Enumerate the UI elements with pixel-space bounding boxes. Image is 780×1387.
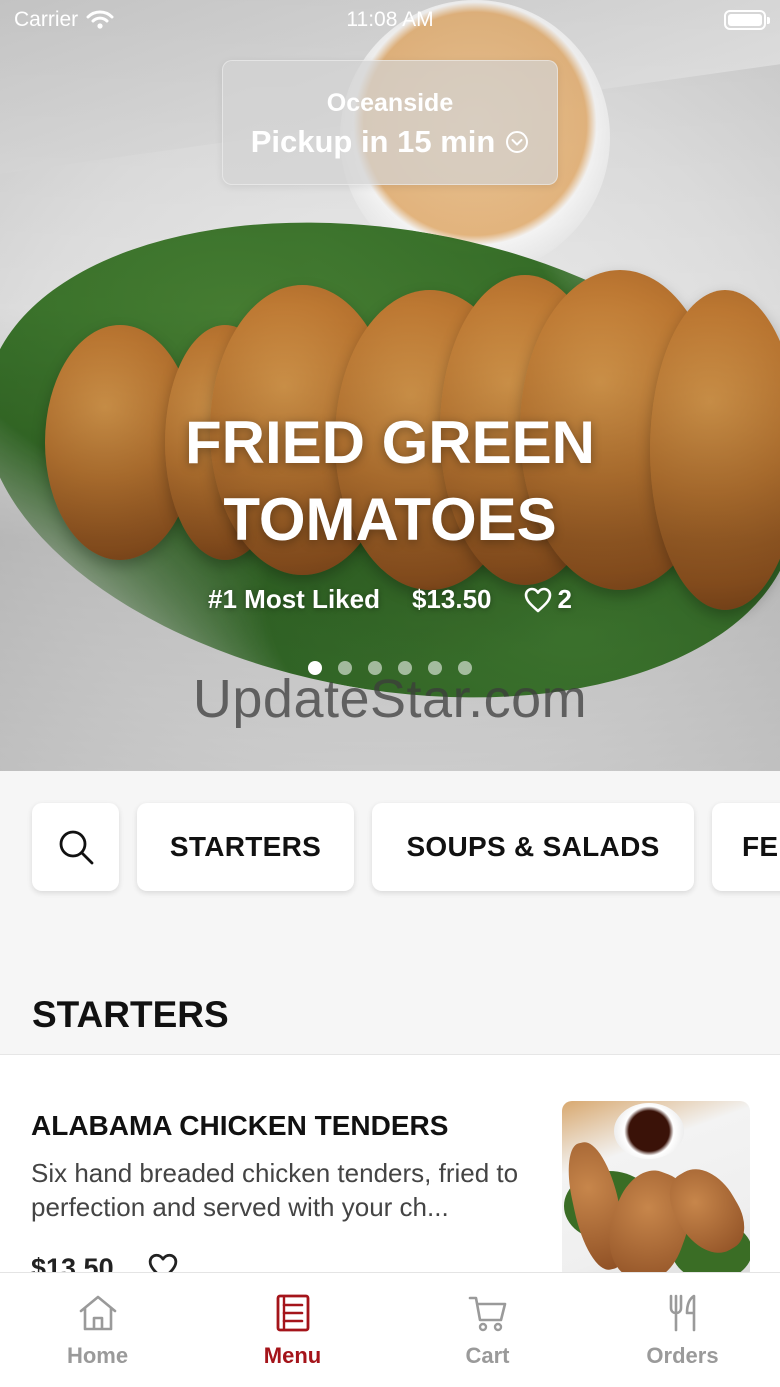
tab-menu-label: Menu (263, 1343, 322, 1368)
status-bar: Carrier 11:08 AM (0, 0, 780, 40)
heart-icon (524, 587, 551, 612)
pickup-label: Pickup in 15 min (250, 124, 496, 159)
tab-bar: Home Menu Cart Orders (0, 1272, 780, 1387)
tab-cart[interactable]: Cart (390, 1273, 585, 1387)
menu-item-photo (562, 1101, 750, 1281)
tab-home-label: Home (66, 1343, 129, 1368)
featured-meta: #1 Most Liked $13.50 2 (0, 584, 780, 615)
category-chip-fe[interactable]: FE (712, 803, 780, 891)
section-title: STARTERS (32, 994, 229, 1035)
home-icon (79, 1295, 116, 1331)
location-selector[interactable]: Oceanside Pickup in 15 min (222, 60, 558, 185)
featured-likes[interactable]: 2 (524, 584, 572, 615)
featured-hero[interactable]: Carrier 11:08 AM Oceanside Pickup in 15 … (0, 0, 780, 771)
featured-likes-count: 2 (557, 584, 572, 614)
tab-menu[interactable]: Menu (195, 1273, 390, 1387)
menu-icon (276, 1294, 309, 1332)
watermark: UpdateStar.com (192, 669, 588, 729)
photo-sauce-cup (614, 1103, 684, 1159)
tab-orders[interactable]: Orders (585, 1273, 780, 1387)
category-chip-soups-salads[interactable]: SOUPS & SALADS (372, 803, 694, 891)
battery-icon (724, 10, 770, 30)
search-icon (59, 830, 93, 865)
category-bar[interactable]: STARTERS SOUPS & SALADS FE (0, 771, 780, 921)
featured-title-line1: FRIED GREEN (184, 409, 596, 476)
location-name: Oceanside (326, 89, 454, 117)
featured-price: $13.50 (411, 584, 492, 614)
featured-title: FRIED GREEN TOMATOES (0, 404, 780, 558)
category-chip-starters[interactable]: STARTERS (137, 803, 354, 891)
tab-cart-label: Cart (465, 1343, 510, 1368)
pickup-time: Pickup in 15 min (223, 124, 557, 160)
cart-icon (468, 1296, 506, 1332)
clock: 11:08 AM (346, 8, 434, 31)
tab-orders-label: Orders (646, 1343, 719, 1368)
utensils-icon (669, 1294, 695, 1332)
featured-title-line2: TOMATOES (223, 486, 557, 553)
tab-home[interactable]: Home (0, 1273, 195, 1387)
menu-item-name: ALABAMA CHICKEN TENDERS (31, 1110, 449, 1141)
menu-item-description: Six hand breaded chicken tenders, fried … (31, 1158, 519, 1222)
search-button[interactable] (32, 803, 119, 891)
most-liked-badge: #1 Most Liked (208, 584, 380, 614)
chevron-down-icon (506, 131, 529, 153)
